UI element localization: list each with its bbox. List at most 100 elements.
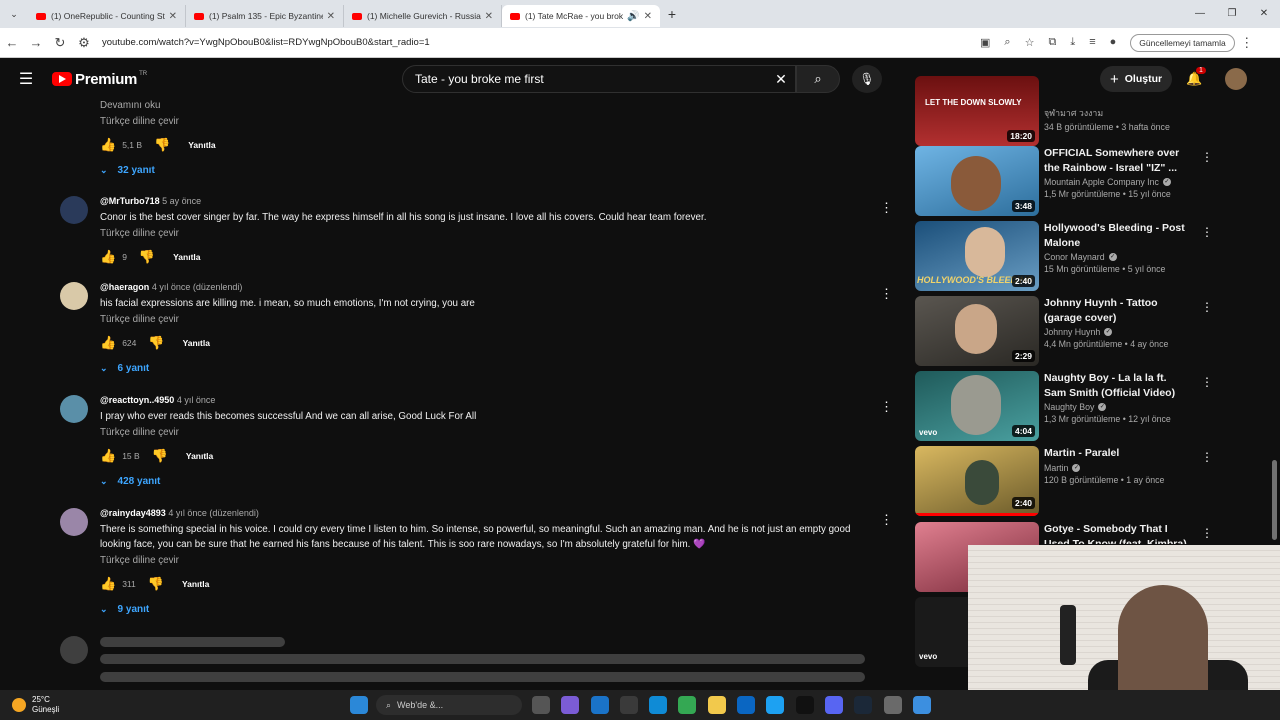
extensions-icon[interactable]: ⧉ [1048, 36, 1056, 49]
dislike-icon[interactable]: 👎 [139, 249, 155, 265]
video-thumbnail[interactable]: 3:48 [915, 146, 1039, 216]
comment-time[interactable]: 4 yıl önce (düzenlendi) [168, 508, 259, 518]
tab-search-icon[interactable]: ⌄ [0, 9, 28, 20]
video-menu-icon[interactable]: ⋮ [1201, 150, 1213, 164]
like-icon[interactable]: 👍 [100, 335, 116, 351]
video-menu-icon[interactable]: ⋮ [1201, 526, 1213, 540]
dislike-icon[interactable]: 👎 [152, 448, 168, 464]
video-title[interactable]: Hollywood's Bleeding - Post Malone [1044, 221, 1190, 250]
avatar[interactable] [60, 196, 88, 224]
new-tab-button[interactable]: + [660, 6, 684, 22]
reply-button[interactable]: Yanıtla [188, 140, 215, 150]
browser-tab-3[interactable]: (1) Michelle Gurevich - Russian ✕ [344, 5, 502, 27]
reply-button[interactable]: Yanıtla [173, 252, 200, 262]
video-channel[interactable]: Martin ✓ [1044, 463, 1190, 473]
dislike-icon[interactable]: 👎 [148, 335, 164, 351]
reply-button[interactable]: Yanıtla [183, 338, 210, 348]
steam-icon[interactable] [854, 696, 873, 714]
replies-toggle[interactable]: ⌄ 428 yanıt [100, 476, 880, 487]
url-field[interactable]: youtube.com/watch?v=YwgNpObouB0&list=RDY… [102, 37, 962, 48]
scrollbar-thumb[interactable] [1272, 460, 1277, 540]
comment-author[interactable]: @rainyday4893 [100, 508, 166, 518]
forward-icon[interactable]: → [24, 35, 48, 50]
recommended-video[interactable]: 3:48 OFFICIAL Somewhere over the Rainbow… [915, 146, 1215, 216]
comment-author[interactable]: @haeragon [100, 282, 149, 292]
video-thumbnail[interactable]: 2:40 [915, 446, 1039, 516]
twitter-icon[interactable] [766, 696, 785, 714]
comment-time[interactable]: 5 ay önce [162, 196, 201, 206]
translate-link[interactable]: Türkçe diline çevir [100, 228, 880, 239]
comment-menu-icon[interactable]: ⋮ [880, 399, 893, 415]
tiktok-icon[interactable] [795, 696, 814, 714]
comment-author[interactable]: @reacttoyn..4950 [100, 395, 174, 405]
cast-icon[interactable]: ▣ [980, 36, 990, 49]
recommended-video[interactable]: HOLLYWOOD'S BLEEDING 2:40 Hollywood's Bl… [915, 221, 1215, 291]
translate-link[interactable]: Türkçe diline çevir [100, 314, 880, 325]
profile-icon[interactable]: ● [1110, 36, 1117, 49]
bookmark-star-icon[interactable]: ☆ [1025, 36, 1035, 49]
hamburger-menu-icon[interactable]: ☰ [0, 69, 52, 89]
replies-toggle[interactable]: ⌄ 32 yanıt [100, 165, 880, 176]
video-thumbnail[interactable]: 2:29 [915, 296, 1039, 366]
video-channel[interactable]: Naughty Boy ✓ [1044, 402, 1190, 412]
video-menu-icon[interactable]: ⋮ [1201, 450, 1213, 464]
media-icon[interactable]: ≡ [1089, 36, 1095, 49]
search-box[interactable]: Tate - you broke me first ✕ [402, 65, 796, 93]
reload-icon[interactable]: ↻ [48, 35, 72, 51]
replies-toggle[interactable]: ⌄ 6 yanıt [100, 363, 880, 374]
translate-link[interactable]: Türkçe diline çevir [100, 555, 880, 566]
video-menu-icon[interactable]: ⋮ [1201, 375, 1213, 389]
store-icon[interactable] [619, 696, 638, 714]
chrome-icon[interactable] [678, 696, 697, 714]
back-icon[interactable]: ← [0, 35, 24, 50]
zoom-icon[interactable]: ⌕ [1004, 36, 1010, 49]
close-icon[interactable]: ✕ [485, 11, 493, 22]
task-view-icon[interactable] [532, 696, 550, 714]
speaker-icon[interactable]: 🔊 [627, 11, 639, 22]
dislike-icon[interactable]: 👎 [154, 137, 170, 153]
like-icon[interactable]: 👍 [100, 576, 116, 592]
dislike-icon[interactable]: 👎 [148, 576, 164, 592]
download-icon[interactable]: ⤓ [1070, 36, 1075, 49]
avatar[interactable] [60, 395, 88, 423]
close-icon[interactable]: ✕ [644, 11, 652, 22]
video-title[interactable]: Naughty Boy - La la la ft. Sam Smith (Of… [1044, 371, 1190, 400]
app-icon[interactable] [912, 696, 931, 714]
comment-time[interactable]: 4 yıl önce [177, 395, 216, 405]
minimize-icon[interactable]: — [1184, 0, 1216, 28]
video-title[interactable]: Gotye - Somebody That I Used To Know (fe… [1044, 522, 1190, 544]
video-menu-icon[interactable]: ⋮ [1201, 300, 1213, 314]
discord-icon[interactable] [824, 696, 843, 714]
translate-link[interactable]: Türkçe diline çevir [100, 116, 880, 127]
account-avatar[interactable] [1225, 68, 1247, 90]
clear-search-icon[interactable]: ✕ [767, 71, 795, 88]
reply-button[interactable]: Yanıtla [186, 451, 213, 461]
start-windows-icon[interactable] [350, 696, 368, 714]
taskbar-search[interactable]: ⌕ Web'de &... [376, 695, 522, 715]
search-input[interactable]: Tate - you broke me first [415, 72, 767, 86]
video-channel[interactable]: Mountain Apple Company Inc ✓ [1044, 177, 1190, 187]
avatar[interactable] [60, 508, 88, 536]
video-thumbnail[interactable]: vevo 4:04 [915, 371, 1039, 441]
maximize-icon[interactable]: ❐ [1216, 0, 1248, 28]
avatar[interactable] [60, 282, 88, 310]
obs-icon[interactable] [883, 696, 902, 714]
video-channel[interactable]: Conor Maynard ✓ [1044, 252, 1190, 262]
like-icon[interactable]: 👍 [100, 137, 116, 153]
linkedin-icon[interactable] [737, 696, 756, 714]
site-info-icon[interactable]: ⚙ [72, 35, 96, 51]
video-title[interactable]: OFFICIAL Somewhere over the Rainbow - Is… [1044, 146, 1190, 175]
browser-tab-2[interactable]: (1) Psalm 135 - Epic Byzantine ✕ [186, 5, 344, 27]
close-icon[interactable]: ✕ [169, 11, 177, 22]
reply-button[interactable]: Yanıtla [182, 579, 209, 589]
youtube-premium-logo[interactable]: Premium TR [52, 71, 147, 88]
video-thumbnail[interactable]: HOLLYWOOD'S BLEEDING 2:40 [915, 221, 1039, 291]
copilot-icon[interactable] [561, 696, 580, 714]
menu-dots-icon[interactable]: ⋮ [1235, 35, 1259, 51]
browser-tab-4[interactable]: (1) Tate McRae - you broke 🔊 ✕ [502, 5, 660, 27]
outlook-icon[interactable] [590, 696, 609, 714]
edge-icon[interactable] [649, 696, 668, 714]
replies-toggle[interactable]: ⌄ 9 yanıt [100, 604, 880, 615]
close-icon[interactable]: ✕ [327, 11, 335, 22]
comment-menu-icon[interactable]: ⋮ [880, 200, 893, 216]
